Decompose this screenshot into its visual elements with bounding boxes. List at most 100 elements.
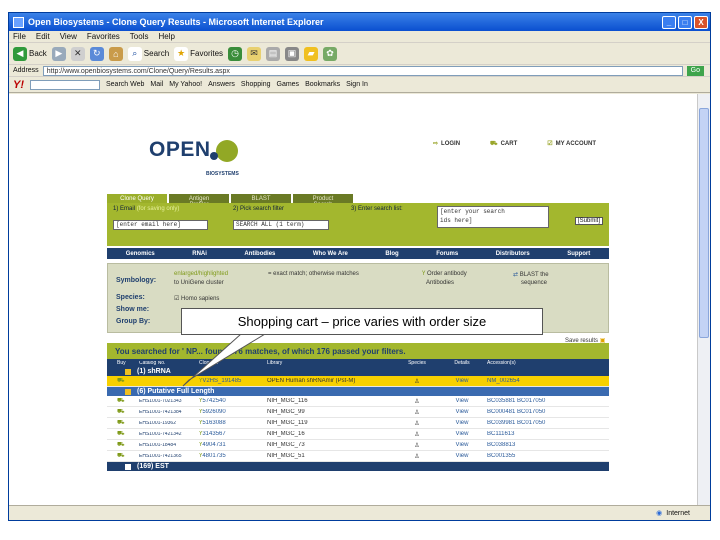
scrollbar-thumb[interactable] xyxy=(699,108,709,338)
history-icon[interactable]: ◷ xyxy=(228,46,243,61)
my-account-link[interactable]: ☑ MY ACCOUNT xyxy=(547,140,596,148)
cart-add-icon[interactable]: ⛟ xyxy=(107,430,139,438)
cart-add-icon[interactable]: ⛟ xyxy=(107,408,139,416)
group-est[interactable]: (169) EST xyxy=(107,462,609,471)
email-field[interactable]: [enter email here] xyxy=(113,220,208,230)
yahoo-search-web[interactable]: Search Web xyxy=(106,81,144,88)
status-zone: Internet xyxy=(666,509,690,517)
col-clone-id[interactable]: Clone ID xyxy=(199,360,267,366)
row-details-link[interactable]: View xyxy=(437,442,487,448)
row-accessions[interactable]: BC001355 xyxy=(487,453,577,459)
nav-genomics[interactable]: Genomics xyxy=(126,251,155,257)
vertical-scrollbar[interactable] xyxy=(697,94,710,505)
cart-add-icon[interactable]: ⛟ xyxy=(107,419,139,427)
yahoo-mail[interactable]: Mail xyxy=(150,81,163,88)
favorites-button[interactable]: ★ Favorites xyxy=(174,46,223,61)
nav-distributors[interactable]: Distributors xyxy=(496,251,530,257)
row-details-link[interactable]: View xyxy=(437,453,487,459)
group-full-length[interactable]: (6) Putative Full Length xyxy=(107,387,609,396)
col-library[interactable]: Library xyxy=(267,360,397,366)
row-catalog[interactable]: EHS1001-7421342 xyxy=(139,432,199,437)
col-catalog[interactable]: Catalog No. xyxy=(139,361,199,366)
yahoo-shopping[interactable]: Shopping xyxy=(241,81,271,88)
row-catalog[interactable]: EHS1001-7421384 xyxy=(139,410,199,415)
open-biosystems-logo[interactable]: OPEN BIOSYSTEMS xyxy=(149,138,242,177)
cart-link[interactable]: ⛟ CART xyxy=(490,140,517,148)
close-button[interactable]: X xyxy=(694,15,708,29)
forward-button[interactable]: ▶ xyxy=(51,46,66,61)
col-species[interactable]: Species xyxy=(397,360,437,366)
menu-tools[interactable]: Tools xyxy=(130,32,149,41)
menu-favorites[interactable]: Favorites xyxy=(87,32,120,41)
row-clone-id: Ү5163088 xyxy=(199,420,267,426)
col-accessions[interactable]: Accession(s) xyxy=(487,360,577,366)
edit-icon[interactable]: ▣ xyxy=(285,46,300,61)
nav-blog[interactable]: Blog xyxy=(385,251,398,257)
row-clone-id-text: V2HS_191485 xyxy=(202,378,242,384)
mail-icon[interactable]: ✉ xyxy=(247,46,262,61)
menu-view[interactable]: View xyxy=(60,32,77,41)
yahoo-bookmarks[interactable]: Bookmarks xyxy=(305,81,340,88)
yahoo-signin[interactable]: Sign In xyxy=(346,81,368,88)
row-catalog[interactable]: EHS1001-18484 xyxy=(139,443,199,448)
print-icon[interactable]: ▤ xyxy=(266,46,281,61)
blast-icon: ⇄ xyxy=(513,272,519,278)
group-toggle-icon xyxy=(125,388,131,395)
cart-add-icon[interactable]: ⛟ xyxy=(107,377,139,385)
row-accessions[interactable]: BC038813 xyxy=(487,442,577,448)
yahoo-logo[interactable]: Y! xyxy=(13,79,24,91)
yahoo-games[interactable]: Games xyxy=(277,81,300,88)
address-input[interactable]: http://www.openbiosystems.com/Clone/Quer… xyxy=(42,65,683,76)
yahoo-search-input[interactable] xyxy=(30,79,100,90)
back-button[interactable]: ◀ Back xyxy=(13,46,47,61)
group-shrna[interactable]: (1) shRNA xyxy=(107,367,609,376)
row-accessions[interactable]: BC111613 xyxy=(487,431,577,437)
cart-add-icon[interactable]: ⛟ xyxy=(107,441,139,449)
row-catalog[interactable]: EHS1001-7421365 xyxy=(139,454,199,459)
search-label: Search xyxy=(143,49,170,58)
nav-antibodies[interactable]: Antibodies xyxy=(244,251,275,257)
row-catalog[interactable]: EHS1001-19362 xyxy=(139,421,199,426)
search-list-textarea[interactable]: [enter your search ids here] xyxy=(437,206,549,228)
row-accessions[interactable]: BC000481 BC017050 xyxy=(487,409,577,415)
yahoo-answers[interactable]: Answers xyxy=(208,81,235,88)
search-icon: ⌕ xyxy=(127,46,142,61)
search-filter-select[interactable]: SEARCH ALL (1 term) xyxy=(233,220,329,230)
home-icon[interactable]: ⌂ xyxy=(108,46,123,61)
col-details[interactable]: Details xyxy=(437,360,487,366)
row-details-link[interactable]: View xyxy=(437,420,487,426)
row-details-link[interactable]: View xyxy=(437,398,487,404)
messenger-icon[interactable]: ✿ xyxy=(323,46,338,61)
refresh-icon[interactable]: ↻ xyxy=(89,46,104,61)
go-button[interactable]: Go xyxy=(686,65,704,76)
species-option[interactable]: ☑ Homo sapiens xyxy=(174,295,219,302)
folder-icon[interactable]: ▰ xyxy=(304,46,319,61)
row-accessions[interactable]: NM_002654 xyxy=(487,378,577,384)
nav-rnai[interactable]: RNAi xyxy=(192,251,207,257)
row-details-link[interactable]: View xyxy=(437,409,487,415)
cart-label: CART xyxy=(500,141,518,147)
nav-who-we-are[interactable]: Who We Are xyxy=(313,251,348,257)
maximize-button[interactable]: □ xyxy=(678,15,692,29)
row-catalog[interactable]: EHS1001-7021343 xyxy=(139,399,199,404)
cart-add-icon[interactable]: ⛟ xyxy=(107,397,139,405)
row-details-link[interactable]: View xyxy=(437,431,487,437)
nav-forums[interactable]: Forums xyxy=(436,251,458,257)
nav-support[interactable]: Support xyxy=(567,251,590,257)
minimize-button[interactable]: _ xyxy=(662,15,676,29)
cart-add-icon[interactable]: ⛟ xyxy=(107,452,139,460)
species-human-icon: ♙ xyxy=(414,378,420,385)
login-link[interactable]: ⇨ LOGIN xyxy=(433,140,460,148)
menu-file[interactable]: File xyxy=(13,32,26,41)
col-buy[interactable]: Buy xyxy=(107,360,139,366)
row-accessions[interactable]: BC035881 BC017050 xyxy=(487,398,577,404)
stop-icon[interactable]: ✕ xyxy=(70,46,85,61)
table-row: ⛟ EHS1001-7421365 Ү4801735 NIH_MGC_51 ♙ … xyxy=(107,451,609,462)
menu-help[interactable]: Help xyxy=(158,32,174,41)
search-button[interactable]: ⌕ Search xyxy=(127,46,170,61)
row-accessions[interactable]: BC039981 BC017050 xyxy=(487,420,577,426)
yahoo-my-yahoo[interactable]: My Yahoo! xyxy=(169,81,202,88)
menu-edit[interactable]: Edit xyxy=(36,32,50,41)
submit-button[interactable]: [Submit] xyxy=(575,217,604,225)
row-details-link[interactable]: View xyxy=(437,378,487,384)
